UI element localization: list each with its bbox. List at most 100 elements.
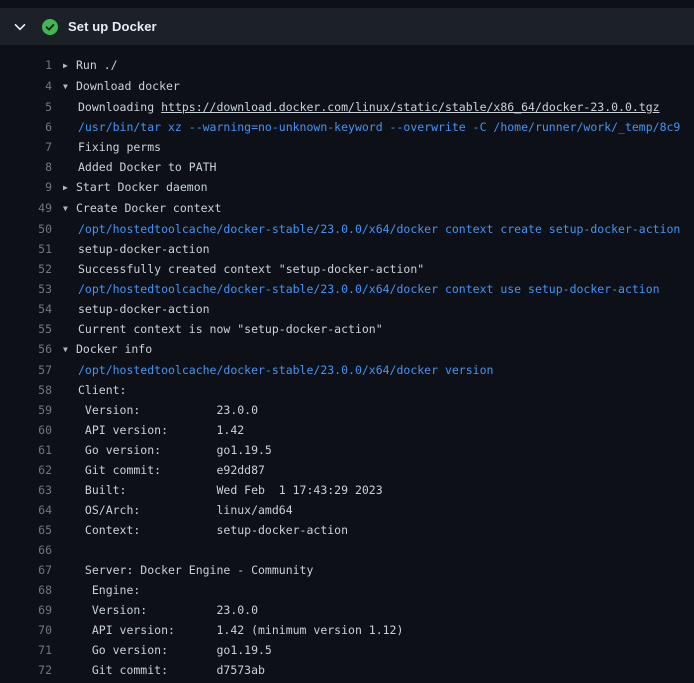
log-text: Go version: go1.19.5	[78, 643, 272, 657]
line-content: ▶Run ./	[63, 55, 694, 76]
log-line: 5 Downloading https://download.docker.co…	[0, 97, 694, 117]
log-command-text: /opt/hostedtoolcache/docker-stable/23.0.…	[78, 363, 493, 377]
line-number[interactable]: 59	[0, 400, 52, 420]
line-content: setup-docker-action	[63, 239, 694, 259]
log-text: Built: Wed Feb 1 17:43:29 2023	[78, 483, 383, 497]
line-number[interactable]: 9	[0, 177, 52, 198]
line-number[interactable]: 57	[0, 360, 52, 380]
log-line: 50 /opt/hostedtoolcache/docker-stable/23…	[0, 219, 694, 239]
log-line: 63 Built: Wed Feb 1 17:43:29 2023	[0, 480, 694, 500]
line-number[interactable]: 49	[0, 198, 52, 219]
line-number[interactable]: 58	[0, 380, 52, 400]
log-link[interactable]: https://download.docker.com/linux/static…	[161, 100, 660, 114]
log-line: 61 Go version: go1.19.5	[0, 440, 694, 460]
line-content: Server: Docker Engine - Community	[63, 560, 694, 580]
line-number[interactable]: 67	[0, 560, 52, 580]
group-collapsed-icon[interactable]: ▶	[63, 56, 76, 76]
line-number[interactable]: 71	[0, 640, 52, 660]
log-command-text: /usr/bin/tar xz --warning=no-unknown-key…	[78, 120, 680, 134]
log-line: 65 Context: setup-docker-action	[0, 520, 694, 540]
log-line: 64 OS/Arch: linux/amd64	[0, 500, 694, 520]
log-line: 8 Added Docker to PATH	[0, 157, 694, 177]
log-text: API version: 1.42 (minimum version 1.12)	[78, 623, 403, 637]
line-number[interactable]: 55	[0, 319, 52, 339]
line-number[interactable]: 62	[0, 460, 52, 480]
line-content: Successfully created context "setup-dock…	[63, 259, 694, 279]
line-number[interactable]: 72	[0, 660, 52, 680]
line-number[interactable]: 51	[0, 239, 52, 259]
line-content: API version: 1.42 (minimum version 1.12)	[63, 620, 694, 640]
line-number[interactable]: 4	[0, 76, 52, 97]
line-number[interactable]: 64	[0, 500, 52, 520]
log-line: 72 Git commit: d7573ab	[0, 660, 694, 680]
log-text: Version: 23.0.0	[78, 403, 258, 417]
log-line: 69 Version: 23.0.0	[0, 600, 694, 620]
line-number[interactable]: 52	[0, 259, 52, 279]
group-expanded-icon[interactable]: ▼	[63, 77, 76, 97]
actions-log-viewer: Set up Docker 1 ▶Run ./ 4 ▼Download dock…	[0, 0, 694, 683]
line-number[interactable]: 1	[0, 55, 52, 76]
line-content: ▼Download docker	[63, 76, 694, 97]
line-content: Go version: go1.19.5	[63, 440, 694, 460]
line-number[interactable]: 70	[0, 620, 52, 640]
log-line: 1 ▶Run ./	[0, 55, 694, 76]
log-text: Run ./	[76, 58, 118, 72]
log-text: API version: 1.42	[78, 423, 244, 437]
log-line: 67 Server: Docker Engine - Community	[0, 560, 694, 580]
line-content: setup-docker-action	[63, 299, 694, 319]
log-lines: 1 ▶Run ./ 4 ▼Download docker 5 Downloadi…	[0, 55, 694, 680]
line-number[interactable]: 60	[0, 420, 52, 440]
log-text: Fixing perms	[78, 140, 161, 154]
log-line: 70 API version: 1.42 (minimum version 1.…	[0, 620, 694, 640]
line-content: /opt/hostedtoolcache/docker-stable/23.0.…	[63, 360, 694, 380]
line-number[interactable]: 7	[0, 137, 52, 157]
line-content: API version: 1.42	[63, 420, 694, 440]
line-number[interactable]: 54	[0, 299, 52, 319]
log-command-text: /opt/hostedtoolcache/docker-stable/23.0.…	[78, 222, 680, 236]
line-number[interactable]: 61	[0, 440, 52, 460]
line-number[interactable]: 50	[0, 219, 52, 239]
line-content: /opt/hostedtoolcache/docker-stable/23.0.…	[63, 219, 694, 239]
line-content: Engine:	[63, 580, 694, 600]
log-line: 4 ▼Download docker	[0, 76, 694, 97]
line-number[interactable]: 69	[0, 600, 52, 620]
line-content: /usr/bin/tar xz --warning=no-unknown-key…	[63, 117, 694, 137]
line-number[interactable]: 6	[0, 117, 52, 137]
step-header[interactable]: Set up Docker	[0, 8, 694, 45]
chevron-down-icon[interactable]	[12, 19, 28, 35]
group-expanded-icon[interactable]: ▼	[63, 199, 76, 219]
log-text: Context: setup-docker-action	[78, 523, 348, 537]
log-text: Docker info	[76, 342, 152, 356]
log-text: Git commit: e92dd87	[78, 463, 265, 477]
line-number[interactable]: 66	[0, 540, 52, 560]
log-line: 59 Version: 23.0.0	[0, 400, 694, 420]
line-content: Downloading https://download.docker.com/…	[63, 97, 694, 117]
success-check-icon	[42, 19, 58, 35]
line-content	[63, 540, 694, 560]
line-number[interactable]: 63	[0, 480, 52, 500]
step-title: Set up Docker	[68, 19, 157, 34]
line-number[interactable]: 53	[0, 279, 52, 299]
line-number[interactable]: 8	[0, 157, 52, 177]
log-text: Download docker	[76, 79, 180, 93]
line-content: Client:	[63, 380, 694, 400]
line-content: OS/Arch: linux/amd64	[63, 500, 694, 520]
log-text: setup-docker-action	[78, 242, 210, 256]
log-line: 49 ▼Create Docker context	[0, 198, 694, 219]
line-content: /opt/hostedtoolcache/docker-stable/23.0.…	[63, 279, 694, 299]
log-line: 71 Go version: go1.19.5	[0, 640, 694, 660]
log-body: 1 ▶Run ./ 4 ▼Download docker 5 Downloadi…	[0, 45, 694, 680]
log-text: Version: 23.0.0	[78, 603, 258, 617]
line-number[interactable]: 65	[0, 520, 52, 540]
group-expanded-icon[interactable]: ▼	[63, 340, 76, 360]
line-content: Current context is now "setup-docker-act…	[63, 319, 694, 339]
line-content: Go version: go1.19.5	[63, 640, 694, 660]
line-number[interactable]: 56	[0, 339, 52, 360]
group-collapsed-icon[interactable]: ▶	[63, 178, 76, 198]
log-text: setup-docker-action	[78, 302, 210, 316]
line-number[interactable]: 68	[0, 580, 52, 600]
log-line: 9 ▶Start Docker daemon	[0, 177, 694, 198]
log-line: 51 setup-docker-action	[0, 239, 694, 259]
line-number[interactable]: 5	[0, 97, 52, 117]
log-line: 52 Successfully created context "setup-d…	[0, 259, 694, 279]
